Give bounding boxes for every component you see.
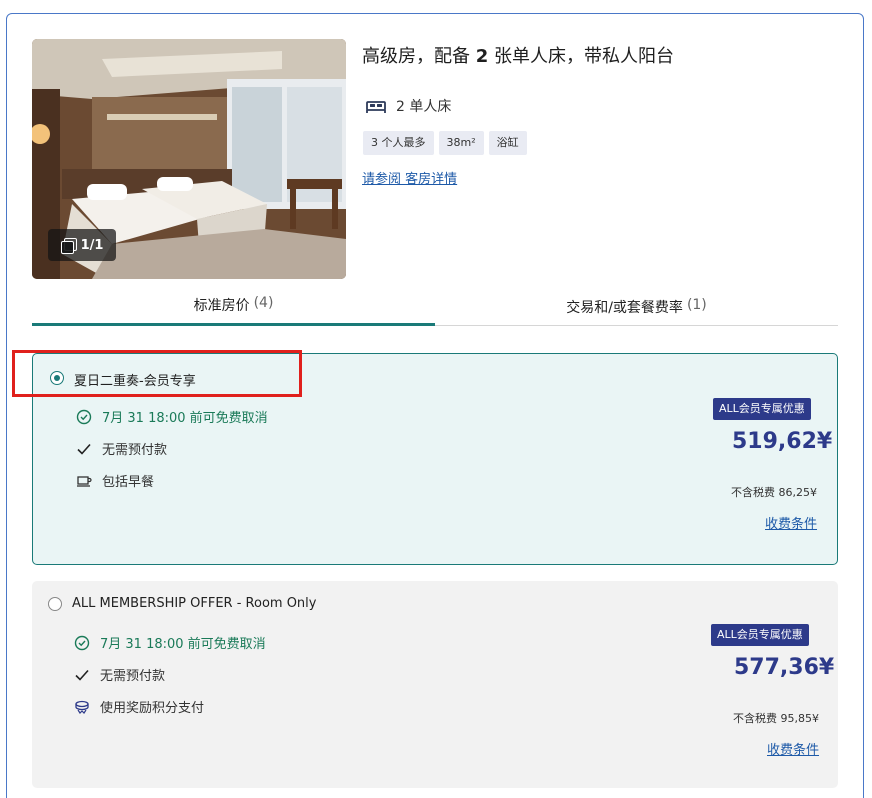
tag-bathtub: 浴缸	[488, 131, 527, 155]
tax-info: 不含税费 86,25¥	[731, 486, 817, 499]
check-icon	[77, 443, 91, 455]
photo-counter-text: 1/1	[80, 237, 104, 253]
bed-label: 2 单人床	[396, 99, 452, 115]
room-tags: 3 个人最多 38m² 浴缸	[363, 131, 527, 155]
feature-text: 使用奖励积分支付	[100, 701, 205, 716]
clock-check-icon	[76, 409, 92, 424]
tab-standard-rates[interactable]: 标准房价 (4)	[32, 290, 435, 326]
charge-terms-link[interactable]: 收费条件	[767, 739, 819, 758]
tax-info: 不含税费 95,85¥	[733, 712, 819, 725]
coffee-cup-icon	[77, 475, 92, 487]
feature-text: 7月 31 18:00 前可免费取消	[102, 411, 268, 426]
offer-price: 577,36¥	[734, 655, 835, 680]
offer-name: ALL MEMBERSHIP OFFER - Room Only	[72, 596, 317, 611]
bed-icon	[366, 101, 386, 113]
tab-package-rates[interactable]: 交易和/或套餐费率 (1)	[435, 290, 838, 326]
tab-label: 标准房价	[193, 298, 250, 314]
tab-count: (1)	[686, 297, 707, 313]
feature-no-prepay: 无需预付款	[76, 439, 167, 458]
room-details-link[interactable]: 请参阅 客房详情	[362, 168, 457, 187]
photo-counter[interactable]: 1/1	[48, 229, 116, 261]
clock-check-icon	[74, 635, 90, 650]
room-title-number: 2	[475, 46, 489, 67]
room-title-part: 高级房，配备	[362, 46, 476, 67]
room-title: 高级房，配备 2 张单人床，带私人阳台	[362, 42, 674, 68]
feature-text: 包括早餐	[102, 475, 155, 490]
gallery-icon	[60, 238, 77, 254]
feature-text: 7月 31 18:00 前可免费取消	[100, 637, 266, 652]
bed-info: 2 单人床	[366, 96, 451, 116]
check-icon	[75, 669, 89, 681]
tag-occupancy: 3 个人最多	[363, 131, 434, 155]
tab-count: (4)	[253, 295, 274, 311]
tab-label: 交易和/或套餐费率	[566, 300, 683, 316]
feature-text: 无需预付款	[102, 443, 168, 458]
feature-no-prepay: 无需预付款	[74, 665, 165, 684]
highlight-annotation	[12, 350, 302, 397]
feature-breakfast: 包括早餐	[76, 471, 154, 490]
offer-radio[interactable]	[48, 597, 62, 611]
rate-tabs: 标准房价 (4) 交易和/或套餐费率 (1)	[32, 290, 838, 326]
room-title-part: 张单人床，带私人阳台	[488, 46, 674, 67]
feature-text: 无需预付款	[100, 669, 166, 684]
reward-points-icon	[75, 700, 89, 714]
feature-free-cancel: 7月 31 18:00 前可免费取消	[74, 633, 266, 652]
tag-size: 38m²	[438, 131, 484, 155]
feature-free-cancel: 7月 31 18:00 前可免费取消	[76, 407, 268, 426]
member-badge: ALL会员专属优惠	[713, 398, 811, 420]
feature-reward-points: 使用奖励积分支付	[74, 697, 204, 716]
offer-price: 519,62¥	[732, 429, 833, 454]
offer-card[interactable]	[32, 581, 838, 788]
charge-terms-link[interactable]: 收费条件	[765, 513, 817, 532]
member-badge: ALL会员专属优惠	[711, 624, 809, 646]
